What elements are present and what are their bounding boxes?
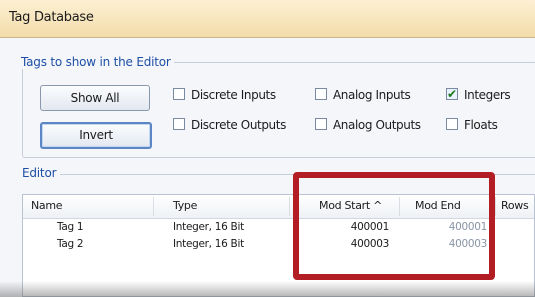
column-header-rows[interactable]: Rows	[501, 199, 529, 212]
cell-name: Tag 1	[57, 221, 84, 233]
editor-label: Editor	[22, 166, 57, 180]
column-divider[interactable]	[153, 197, 154, 216]
checkbox-label: Discrete Outputs	[191, 118, 286, 132]
title-bar: Tag Database	[0, 0, 535, 38]
checkbox-box[interactable]	[446, 118, 458, 130]
window-title: Tag Database	[9, 10, 94, 25]
highlight-box	[293, 172, 495, 280]
checkbox-box[interactable]	[173, 88, 185, 100]
checkbox-box[interactable]	[315, 88, 327, 100]
column-divider[interactable]	[289, 197, 290, 216]
checkbox-box[interactable]: ✔	[446, 87, 458, 101]
column-header-name[interactable]: Name	[31, 199, 63, 212]
torn-edge-shadow	[0, 281, 535, 297]
checkbox-box[interactable]	[315, 118, 327, 130]
tags-group-label: Tags to show in the Editor	[18, 55, 174, 69]
checkbox-label: Analog Inputs	[333, 88, 411, 102]
cell-type: Integer, 16 Bit	[173, 238, 244, 250]
checkbox-box[interactable]	[173, 118, 185, 130]
cell-name: Tag 2	[57, 238, 84, 250]
cell-type: Integer, 16 Bit	[173, 221, 244, 233]
column-divider[interactable]	[495, 197, 496, 216]
checkbox-label: Discrete Inputs	[191, 88, 276, 102]
checkbox-label: Floats	[464, 118, 498, 132]
checkbox-label: Analog Outputs	[333, 118, 421, 132]
tag-database-window: Tag Database Tags to show in the Editor …	[0, 0, 535, 297]
checkmark-icon: ✔	[447, 87, 457, 101]
column-header-type[interactable]: Type	[173, 199, 197, 212]
show-all-button[interactable]: Show All	[40, 85, 150, 111]
checkbox-label: Integers	[464, 88, 511, 102]
invert-button[interactable]: Invert	[40, 122, 152, 149]
